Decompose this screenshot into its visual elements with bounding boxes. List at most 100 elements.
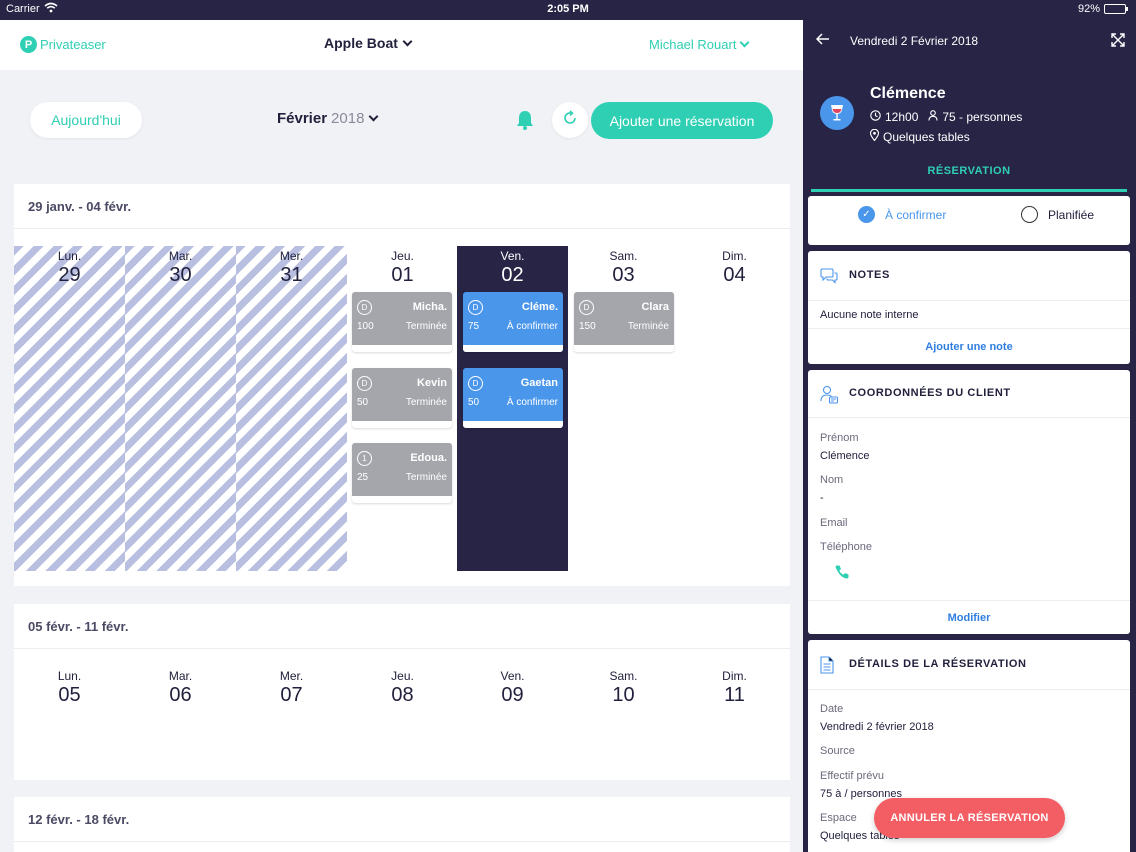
user-name: Michael Rouart xyxy=(649,37,737,52)
chevron-down-icon xyxy=(368,111,379,122)
battery-status: 92% xyxy=(1078,3,1128,15)
refresh-icon xyxy=(562,109,578,131)
guest-time: 12h00 xyxy=(885,110,919,124)
user-card-icon xyxy=(820,384,839,409)
status-option-planned[interactable]: Planifiée xyxy=(1021,206,1094,223)
day-column-past[interactable]: Lun. 29 xyxy=(14,246,125,571)
day-column[interactable]: Sam. 10 xyxy=(568,666,679,766)
week-title: 12 févr. - 18 févr. xyxy=(28,812,130,827)
divider xyxy=(808,689,1130,690)
clock: 2:05 PM xyxy=(547,3,589,15)
booking-card[interactable]: D Clara 150 Terminée xyxy=(574,292,674,352)
panel-header: Vendredi 2 Février 2018 xyxy=(803,20,1136,64)
chevron-down-icon xyxy=(402,36,413,46)
day-name: Mar. xyxy=(168,249,193,263)
month-name: Février xyxy=(277,110,328,127)
firstname-label: Prénom xyxy=(820,432,859,444)
day-name: Dim. xyxy=(722,669,747,683)
day-number: 30 xyxy=(169,264,192,286)
day-number: 05 xyxy=(58,684,81,706)
guest-place: Quelques tables xyxy=(869,128,970,144)
booking-name: Gaetan xyxy=(520,377,558,389)
day-column[interactable]: Lun. 05 xyxy=(14,666,125,766)
week-title: 05 févr. - 11 févr. xyxy=(28,619,129,634)
day-column[interactable]: Dim. 04 xyxy=(679,246,790,571)
divider xyxy=(14,841,790,842)
day-number: 31 xyxy=(280,264,303,286)
week-title: 29 janv. - 04 févr. xyxy=(28,199,132,214)
divider xyxy=(808,600,1130,601)
day-column[interactable]: Ven. 09 xyxy=(457,666,568,766)
bell-icon[interactable] xyxy=(514,109,536,131)
booking-card[interactable]: 1 Edoua. 25 Terminée xyxy=(352,443,452,503)
day-name: Sam. xyxy=(609,669,638,683)
day-column[interactable]: Dim. 11 xyxy=(679,666,790,766)
lastname-value: - xyxy=(820,492,824,504)
add-note-button[interactable]: Ajouter une note xyxy=(808,341,1130,353)
edit-client-button[interactable]: Modifier xyxy=(808,612,1130,624)
week-block: 05 févr. - 11 févr. Lun. 05 Mar. 06 Mer. 07… xyxy=(14,604,790,780)
day-column[interactable]: Jeu. 08 xyxy=(347,666,458,766)
venue-selector[interactable]: Apple Boat xyxy=(324,35,413,51)
day-number: 09 xyxy=(501,684,524,706)
month-selector[interactable]: Février 2018 xyxy=(277,110,379,127)
day-name: Lun. xyxy=(57,249,82,263)
guest-space: Quelques tables xyxy=(883,129,970,144)
email-label: Email xyxy=(820,517,848,529)
today-button[interactable]: Aujourd'hui xyxy=(30,102,142,138)
booking-type-badge: D xyxy=(468,376,483,391)
booking-type-badge: D xyxy=(357,376,372,391)
day-column[interactable]: Mer. 07 xyxy=(236,666,347,766)
booking-card-selected[interactable]: D Cléme. 75 À confirmer xyxy=(463,292,563,352)
day-number: 11 xyxy=(724,684,745,706)
day-name: Mer. xyxy=(279,669,304,683)
logo-text: Privateaser xyxy=(40,37,106,52)
booking-type-badge: D xyxy=(468,300,483,315)
lastname-label: Nom xyxy=(820,474,844,486)
user-menu[interactable]: Michael Rouart xyxy=(649,37,750,52)
chevron-down-icon xyxy=(739,37,750,48)
cancel-reservation-button[interactable]: ANNULER LA RÉSERVATION xyxy=(874,798,1065,838)
refresh-button[interactable] xyxy=(552,102,588,138)
guest-meta: 12h00 75 - personnes xyxy=(870,110,1022,124)
phone-label: Téléphone xyxy=(820,541,872,553)
day-number: 03 xyxy=(612,264,635,286)
phone-icon[interactable] xyxy=(834,564,850,585)
section-title: NOTES xyxy=(849,269,890,281)
location-pin-icon xyxy=(869,128,880,144)
divider xyxy=(808,328,1130,329)
expand-icon[interactable] xyxy=(1111,33,1125,52)
week-block: 29 janv. - 04 févr. Lun. 29 Mar. 30 Mer. 31… xyxy=(14,184,790,586)
day-column-past[interactable]: Mar. 30 xyxy=(125,246,236,571)
booking-count: 50 xyxy=(357,397,369,408)
day-column-past[interactable]: Mer. 31 xyxy=(236,246,347,571)
date-label: Date xyxy=(820,703,844,715)
divider xyxy=(14,228,790,229)
booking-count: 50 xyxy=(468,397,480,408)
booking-status: Terminée xyxy=(627,321,669,332)
day-column[interactable]: Mar. 06 xyxy=(125,666,236,766)
space-label: Espace xyxy=(820,812,857,824)
status-label: Planifiée xyxy=(1048,207,1095,222)
booking-name: Edoua. xyxy=(410,452,447,464)
logo[interactable]: P Privateaser xyxy=(20,36,106,53)
status-label: À confirmer xyxy=(885,207,947,222)
add-reservation-button[interactable]: Ajouter une réservation xyxy=(591,102,773,139)
back-arrow-icon[interactable] xyxy=(815,32,830,50)
booking-card[interactable]: D Micha. 100 Terminée xyxy=(352,292,452,352)
booking-status: À confirmer xyxy=(506,321,558,332)
booking-card[interactable]: D Gaetan 50 À confirmer xyxy=(463,368,563,428)
document-icon xyxy=(820,656,834,679)
status-option-to-confirm[interactable]: ✓ À confirmer xyxy=(858,206,946,223)
booking-status: Terminée xyxy=(405,397,447,408)
top-nav: P Privateaser Apple Boat Michael Rouart xyxy=(0,20,803,70)
booking-status: À confirmer xyxy=(506,397,558,408)
divider xyxy=(14,648,790,649)
section-title: COORDONNÉES DU CLIENT xyxy=(849,387,1011,399)
booking-card[interactable]: D Kevin 50 Terminée xyxy=(352,368,452,428)
day-name: Mer. xyxy=(279,249,304,263)
divider xyxy=(808,417,1130,418)
booking-type-badge: D xyxy=(357,300,372,315)
venue-name: Apple Boat xyxy=(324,35,398,51)
tab-reservation[interactable]: RÉSERVATION xyxy=(811,160,1127,192)
